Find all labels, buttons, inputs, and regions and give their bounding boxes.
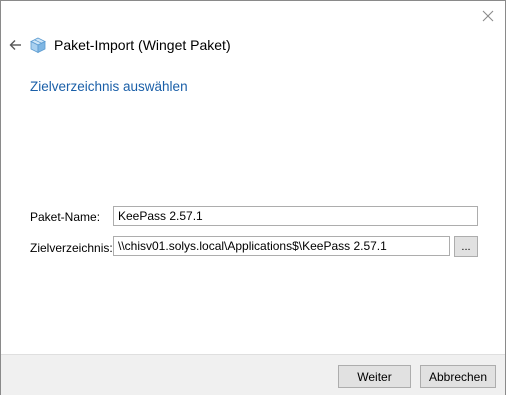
- next-button[interactable]: Weiter: [338, 365, 411, 388]
- back-button[interactable]: [6, 36, 24, 54]
- package-name-label: Paket-Name:: [30, 210, 101, 224]
- close-button[interactable]: [477, 5, 499, 27]
- package-name-field[interactable]: [113, 206, 478, 226]
- target-directory-label: Zielverzeichnis:: [30, 241, 113, 255]
- back-arrow-icon: [9, 40, 21, 50]
- package-icon: [30, 37, 46, 54]
- browse-button[interactable]: ...: [454, 236, 478, 257]
- wizard-window: Paket-Import (Winget Paket) Zielverzeich…: [0, 0, 506, 395]
- cancel-button[interactable]: Abbrechen: [420, 365, 496, 388]
- close-icon: [482, 10, 494, 22]
- footer-bar: Weiter Abbrechen: [1, 354, 505, 395]
- target-directory-field[interactable]: [113, 236, 450, 256]
- window-title: Paket-Import (Winget Paket): [54, 37, 231, 53]
- page-heading: Zielverzeichnis auswählen: [30, 79, 188, 94]
